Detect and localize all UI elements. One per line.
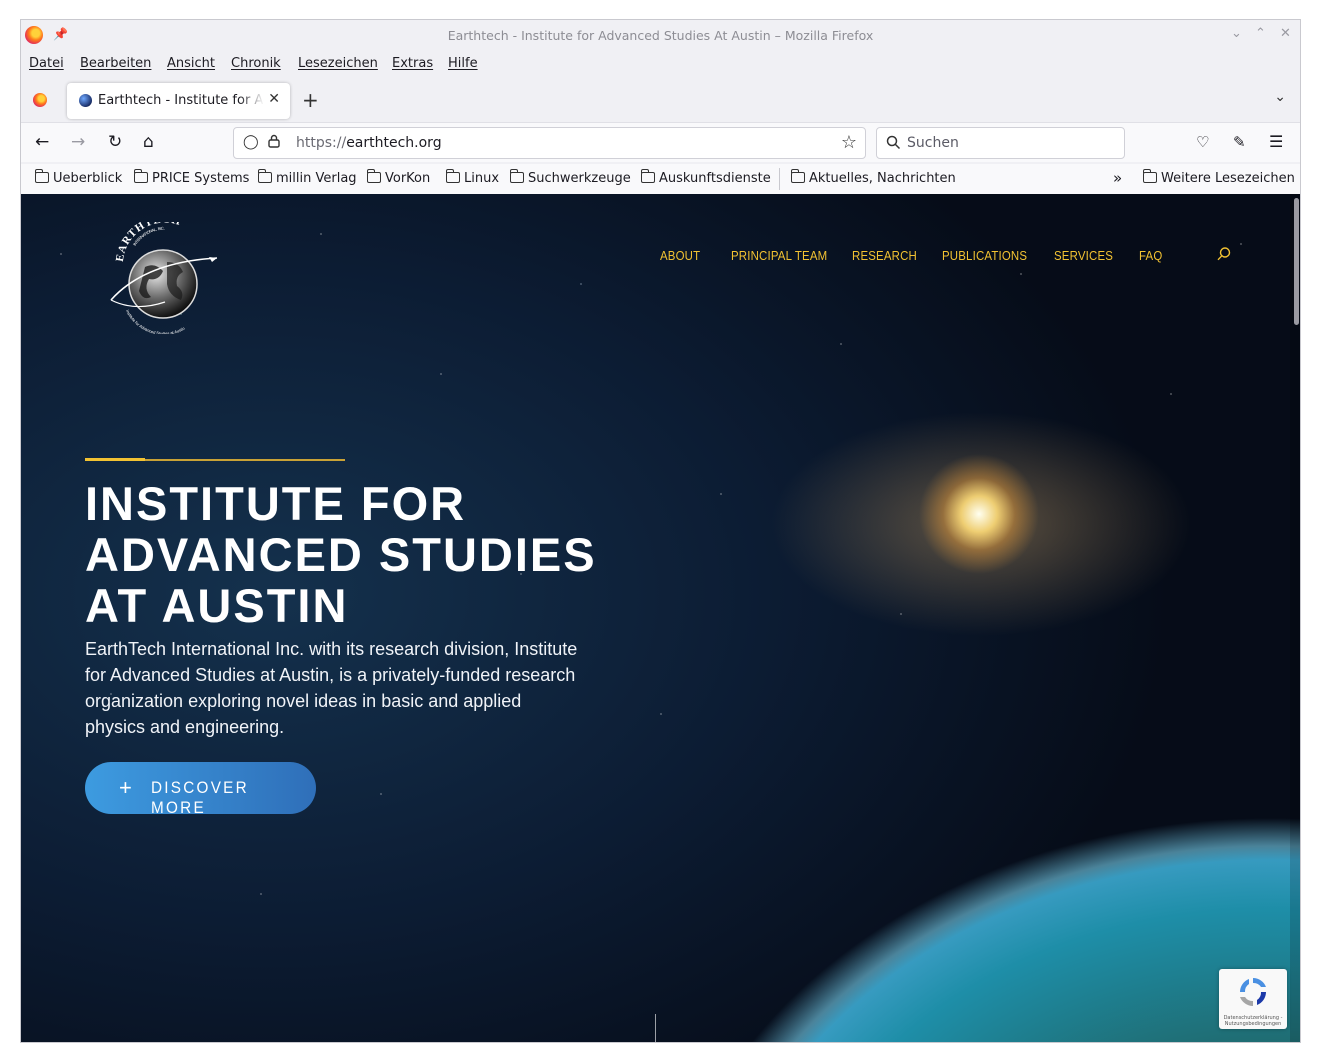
menu-datei[interactable]: Datei [29,56,64,71]
close-tab-icon[interactable]: ✕ [268,91,280,107]
menu-ansicht[interactable]: Ansicht [167,56,215,71]
bookmark-auskunftsdienste[interactable]: Auskunftsdienste [640,169,771,186]
folder-icon [509,169,524,183]
bookmarks-toolbar: Ueberblick PRICE Systems millin Verlag V… [21,164,1300,194]
title-bar: 📌 Earthtech - Institute for Advanced Stu… [21,20,1300,50]
hero-accent-line [85,458,345,461]
tracking-shield-icon[interactable]: ◯ [243,134,259,150]
menu-lesezeichen[interactable]: Lesezeichen [298,56,378,71]
maximize-icon[interactable]: ⌃ [1255,26,1266,41]
bookmark-aktuelles-nachrichten[interactable]: Aktuelles, Nachrichten [790,169,956,186]
folder-icon [34,169,49,183]
hero-title-line-3: AT AUSTIN [85,579,349,632]
extensions-icon[interactable]: ✎ [1233,133,1246,151]
bookmark-weitere-lesezeichen[interactable]: Weitere Lesezeichen [1142,169,1295,186]
folder-icon [257,169,272,183]
recaptcha-icon [1240,978,1266,1006]
discover-more-button[interactable]: + DISCOVER MORE [85,762,316,817]
bookmarks-overflow-chevron-icon[interactable]: » [1113,169,1122,187]
browser-window: 📌 Earthtech - Institute for Advanced Stu… [20,19,1301,1043]
minimize-icon[interactable]: ⌄ [1231,26,1242,41]
folder-icon [790,169,805,183]
bookmark-vorkon[interactable]: VorKon [366,169,430,186]
earthtech-favicon-icon [79,94,92,107]
lock-icon[interactable] [268,134,280,148]
window-title: Earthtech - Institute for Advanced Studi… [447,28,874,43]
nav-publications[interactable]: PUBLICATIONS [942,248,1027,263]
forward-icon[interactable]: → [71,132,85,152]
scroll-indicator [655,1014,656,1042]
recaptcha-links[interactable]: Datenschutzerklärung - Nutzungsbedingung… [1223,1015,1283,1027]
earthtech-logo[interactable]: EARTHTECH INTERNATIONAL, INC. Institute … [105,222,223,334]
menu-hilfe[interactable]: Hilfe [448,56,478,71]
hero-description: EarthTech International Inc. with its re… [85,639,578,737]
discover-more-label: DISCOVER MORE [151,778,249,817]
bookmark-suchwerkzeuge[interactable]: Suchwerkzeuge [509,169,631,186]
bookmark-price-systems[interactable]: PRICE Systems [133,169,249,186]
bookmarks-separator [779,168,780,190]
menu-extras[interactable]: Extras [392,56,433,71]
tab-label: Earthtech - Institute for Advanced Studi… [98,93,264,108]
app-menu-icon[interactable]: ☰ [1269,132,1283,151]
menu-chronik[interactable]: Chronik [231,56,281,71]
folder-icon [366,169,381,183]
reload-icon[interactable]: ↻ [108,132,122,152]
folder-icon [1142,169,1157,183]
nav-research[interactable]: RESEARCH [852,248,917,263]
firefox-view-icon[interactable] [33,93,47,107]
tab-earthtech[interactable]: Earthtech - Institute for Advanced Studi… [67,83,290,119]
menu-bearbeiten[interactable]: Bearbeiten [80,56,151,71]
back-icon[interactable]: ← [35,132,49,152]
url-domain: earthtech.org [346,135,442,151]
nav-principal-team[interactable]: PRINCIPAL TEAM [731,248,827,263]
hero-title-line-1: INSTITUTE FOR [85,477,467,530]
plus-icon: + [119,775,135,800]
scrollbar-thumb[interactable] [1294,198,1299,325]
pocket-icon[interactable]: ♡ [1196,133,1209,151]
page-content: EARTHTECH INTERNATIONAL, INC. Institute … [21,194,1300,1042]
navigation-toolbar: ← → ↻ ⌂ ◯ https://earthtech.org ☆ Suchen… [21,122,1300,162]
hero-title: INSTITUTE FOR ADVANCED STUDIES AT AUSTIN [85,478,705,631]
recaptcha-badge[interactable]: Datenschutzerklärung - Nutzungsbedingung… [1219,969,1287,1029]
folder-icon [133,169,148,183]
bookmark-linux[interactable]: Linux [445,169,499,186]
tab-bar: Earthtech - Institute for Advanced Studi… [21,80,1300,120]
nav-about[interactable]: ABOUT [660,248,700,263]
hero-title-line-2: ADVANCED STUDIES [85,528,597,581]
bookmark-millin-verlag[interactable]: millin Verlag [257,169,357,186]
home-icon[interactable]: ⌂ [143,132,154,152]
bookmark-ueberblick[interactable]: Ueberblick [34,169,122,186]
search-placeholder: Suchen [907,135,959,151]
page-scrollbar[interactable] [1290,194,1300,1042]
url-protocol: https:// [296,135,347,151]
nav-services[interactable]: SERVICES [1054,248,1113,263]
url-text[interactable]: https://earthtech.org [296,135,442,151]
site-search-icon[interactable] [1216,246,1232,262]
search-icon [886,135,901,150]
nav-faq[interactable]: FAQ [1139,248,1162,263]
folder-icon [445,169,460,183]
search-bar[interactable]: Suchen [876,127,1125,159]
close-window-icon[interactable]: ✕ [1280,26,1291,41]
folder-icon [640,169,655,183]
menu-bar: Datei Bearbeiten Ansicht Chronik Lesezei… [21,53,1300,75]
bookmark-star-icon[interactable]: ☆ [841,132,857,153]
new-tab-icon[interactable]: + [302,88,319,112]
url-bar[interactable]: ◯ https://earthtech.org ☆ [233,127,866,159]
tab-list-chevron-down-icon[interactable]: ⌄ [1274,89,1286,105]
